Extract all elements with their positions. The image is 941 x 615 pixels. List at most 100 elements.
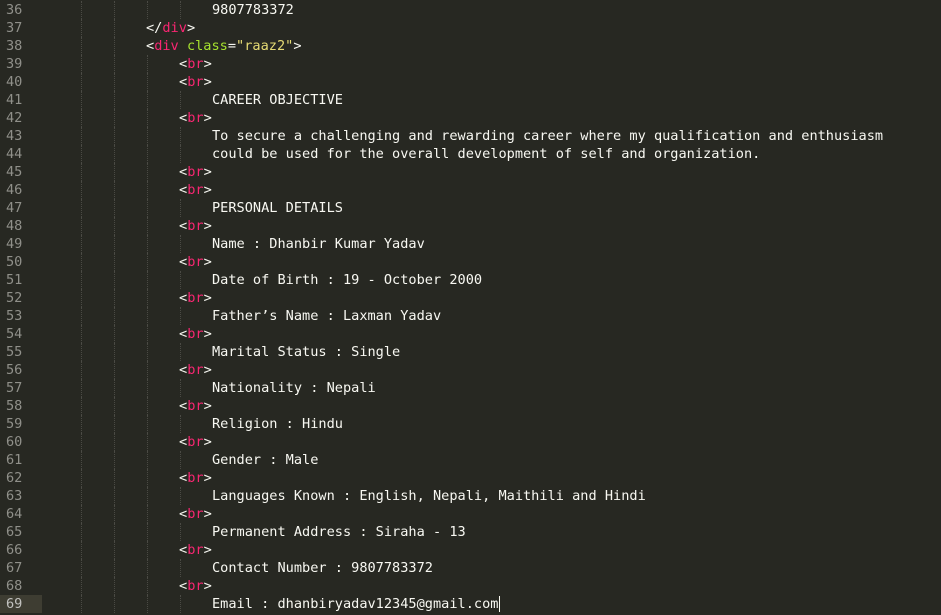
indent-guide xyxy=(180,487,182,505)
code-line[interactable]: 39 <br> xyxy=(0,55,941,73)
code-line[interactable]: 61 Gender : Male xyxy=(0,451,941,469)
indent-guide xyxy=(114,1,116,19)
line-number: 57 xyxy=(6,380,23,396)
indent-guide xyxy=(114,451,116,469)
line-content[interactable]: <br> xyxy=(179,325,212,343)
line-number: 39 xyxy=(6,56,23,72)
tag-open-bracket: < xyxy=(179,542,188,558)
line-content[interactable]: Father’s Name : Laxman Yadav xyxy=(212,307,441,325)
line-content[interactable]: <br> xyxy=(179,73,212,91)
code-line[interactable]: 64 <br> xyxy=(0,505,941,523)
tag-close-bracket: > xyxy=(203,470,212,486)
code-line[interactable]: 54 <br> xyxy=(0,325,941,343)
line-content[interactable]: Name : Dhanbir Kumar Yadav xyxy=(212,235,425,253)
line-content[interactable]: Gender : Male xyxy=(212,451,318,469)
line-content[interactable]: CAREER OBJECTIVE xyxy=(212,91,343,109)
code-line[interactable]: 60 <br> xyxy=(0,433,941,451)
line-content[interactable]: Contact Number : 9807783372 xyxy=(212,559,433,577)
text-content: Marital Status : Single xyxy=(212,344,401,360)
indent-guide xyxy=(147,55,149,73)
indent-guide xyxy=(81,361,83,379)
line-content[interactable]: <br> xyxy=(179,253,212,271)
line-content[interactable]: <div class="raaz2"> xyxy=(146,37,302,55)
line-content[interactable]: <br> xyxy=(179,469,212,487)
line-content[interactable]: Languages Known : English, Nepali, Maith… xyxy=(212,487,646,505)
indent-guide xyxy=(147,415,149,433)
code-line[interactable]: 38 <div class="raaz2"> xyxy=(0,37,941,55)
code-line[interactable]: 46 <br> xyxy=(0,181,941,199)
code-line[interactable]: 43 To secure a challenging and rewarding… xyxy=(0,127,941,145)
text-content: PERSONAL DETAILS xyxy=(212,200,343,216)
tag-close-bracket: > xyxy=(293,38,302,54)
tag-open-bracket: < xyxy=(146,38,155,54)
code-line[interactable]: 41 CAREER OBJECTIVE xyxy=(0,91,941,109)
line-content[interactable]: <br> xyxy=(179,181,212,199)
code-line[interactable]: 66 <br> xyxy=(0,541,941,559)
line-number: 60 xyxy=(6,434,23,450)
tag-open-bracket: < xyxy=(179,470,188,486)
code-line[interactable]: 57 Nationality : Nepali xyxy=(0,379,941,397)
line-content[interactable]: <br> xyxy=(179,361,212,379)
line-content[interactable]: <br> xyxy=(179,163,212,181)
code-line[interactable]: 63 Languages Known : English, Nepali, Ma… xyxy=(0,487,941,505)
indent-guide xyxy=(114,217,116,235)
line-content[interactable]: <br> xyxy=(179,577,212,595)
tag-name: div xyxy=(154,38,179,54)
code-line[interactable]: 50 <br> xyxy=(0,253,941,271)
line-content[interactable]: could be used for the overall developmen… xyxy=(212,145,760,163)
line-content[interactable]: Permanent Address : Siraha - 13 xyxy=(212,523,466,541)
tag-name: br xyxy=(187,218,204,234)
code-line[interactable]: 55 Marital Status : Single xyxy=(0,343,941,361)
tag-open-bracket: < xyxy=(179,56,188,72)
code-line[interactable]: 48 <br> xyxy=(0,217,941,235)
code-editor[interactable]: 36 9807783372 37 </div> 38 <div class="r… xyxy=(0,0,941,615)
code-line[interactable]: 67 Contact Number : 9807783372 xyxy=(0,559,941,577)
code-line[interactable]: 62 <br> xyxy=(0,469,941,487)
line-content[interactable]: Date of Birth : 19 - October 2000 xyxy=(212,271,482,289)
line-content[interactable]: <br> xyxy=(179,55,212,73)
indent-guide xyxy=(114,163,116,181)
code-line[interactable]: 51 Date of Birth : 19 - October 2000 xyxy=(0,271,941,289)
line-content[interactable]: <br> xyxy=(179,217,212,235)
line-number: 69 xyxy=(0,595,42,613)
code-line[interactable]: 36 9807783372 xyxy=(0,1,941,19)
line-content[interactable]: PERSONAL DETAILS xyxy=(212,199,343,217)
line-number: 64 xyxy=(6,506,23,522)
line-content[interactable]: <br> xyxy=(179,505,212,523)
line-content[interactable]: <br> xyxy=(179,109,212,127)
code-line[interactable]: 56 <br> xyxy=(0,361,941,379)
code-line[interactable]: 45 <br> xyxy=(0,163,941,181)
code-line[interactable]: 47 PERSONAL DETAILS xyxy=(0,199,941,217)
indent-guide xyxy=(147,577,149,595)
line-content[interactable]: To secure a challenging and rewarding ca… xyxy=(212,127,883,145)
line-content[interactable]: <br> xyxy=(179,397,212,415)
indent-guide xyxy=(147,73,149,91)
line-content[interactable]: <br> xyxy=(179,433,212,451)
line-content[interactable]: Email : dhanbiryadav12345@gmail.com xyxy=(212,595,501,613)
code-line[interactable]: 68 <br> xyxy=(0,577,941,595)
line-content[interactable]: <br> xyxy=(179,289,212,307)
indent-guide xyxy=(81,325,83,343)
code-line[interactable]: 53 Father’s Name : Laxman Yadav xyxy=(0,307,941,325)
code-line[interactable]: 44 could be used for the overall develop… xyxy=(0,145,941,163)
line-content[interactable]: <br> xyxy=(179,541,212,559)
line-content[interactable]: Nationality : Nepali xyxy=(212,379,376,397)
line-content[interactable]: Marital Status : Single xyxy=(212,343,400,361)
code-line[interactable]: 42 <br> xyxy=(0,109,941,127)
code-line[interactable]: 49 Name : Dhanbir Kumar Yadav xyxy=(0,235,941,253)
code-line[interactable]: 58 <br> xyxy=(0,397,941,415)
code-line[interactable]: 37 </div> xyxy=(0,19,941,37)
line-content[interactable]: Religion : Hindu xyxy=(212,415,343,433)
code-line[interactable]: 59 Religion : Hindu xyxy=(0,415,941,433)
line-number: 54 xyxy=(6,326,23,342)
code-line[interactable]: 52 <br> xyxy=(0,289,941,307)
indent-guide xyxy=(147,145,149,163)
line-content[interactable]: 9807783372 xyxy=(212,1,294,19)
code-line[interactable]: 40 <br> xyxy=(0,73,941,91)
text-content: Email : dhanbiryadav12345@gmail.com xyxy=(212,596,499,612)
code-line[interactable]: 65 Permanent Address : Siraha - 13 xyxy=(0,523,941,541)
line-content[interactable]: </div> xyxy=(146,19,195,37)
code-line[interactable]: 69 Email : dhanbiryadav12345@gmail.com xyxy=(0,595,941,613)
text-content: Nationality : Nepali xyxy=(212,380,376,396)
line-number: 50 xyxy=(6,254,23,270)
